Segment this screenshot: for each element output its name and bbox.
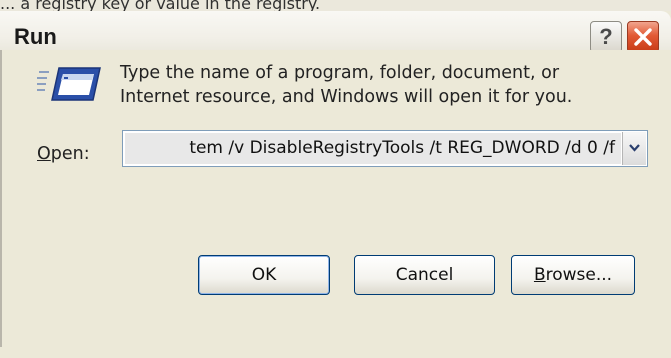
open-combobox[interactable]: tem /v DisableRegistryTools /t REG_DWORD… <box>122 130 648 167</box>
open-input-value: tem /v DisableRegistryTools /t REG_DWORD… <box>189 138 615 158</box>
browse-label: rowse... <box>545 265 613 285</box>
open-label: Open: <box>37 144 90 164</box>
browse-button[interactable]: Browse... <box>511 255 635 295</box>
window-title: Run <box>14 24 57 49</box>
cancel-button[interactable]: Cancel <box>354 255 495 295</box>
description-line-2: Internet resource, and Windows will open… <box>120 87 573 107</box>
dialog-description: Type the name of a program, folder, docu… <box>120 61 640 109</box>
run-icon <box>37 67 101 101</box>
close-button[interactable] <box>627 21 659 53</box>
close-icon <box>634 28 652 46</box>
open-dropdown-button[interactable] <box>622 132 646 165</box>
open-input[interactable]: tem /v DisableRegistryTools /t REG_DWORD… <box>125 133 621 164</box>
help-button[interactable]: ? <box>590 21 622 53</box>
browse-mnemonic: B <box>533 265 546 285</box>
open-label-text: pen: <box>50 144 90 164</box>
chevron-down-icon <box>629 144 640 152</box>
description-line-1: Type the name of a program, folder, docu… <box>120 63 560 83</box>
question-mark-icon: ? <box>599 24 613 49</box>
window-border <box>0 50 2 347</box>
open-label-mnemonic: O <box>37 144 51 164</box>
ok-button[interactable]: OK <box>198 255 330 295</box>
